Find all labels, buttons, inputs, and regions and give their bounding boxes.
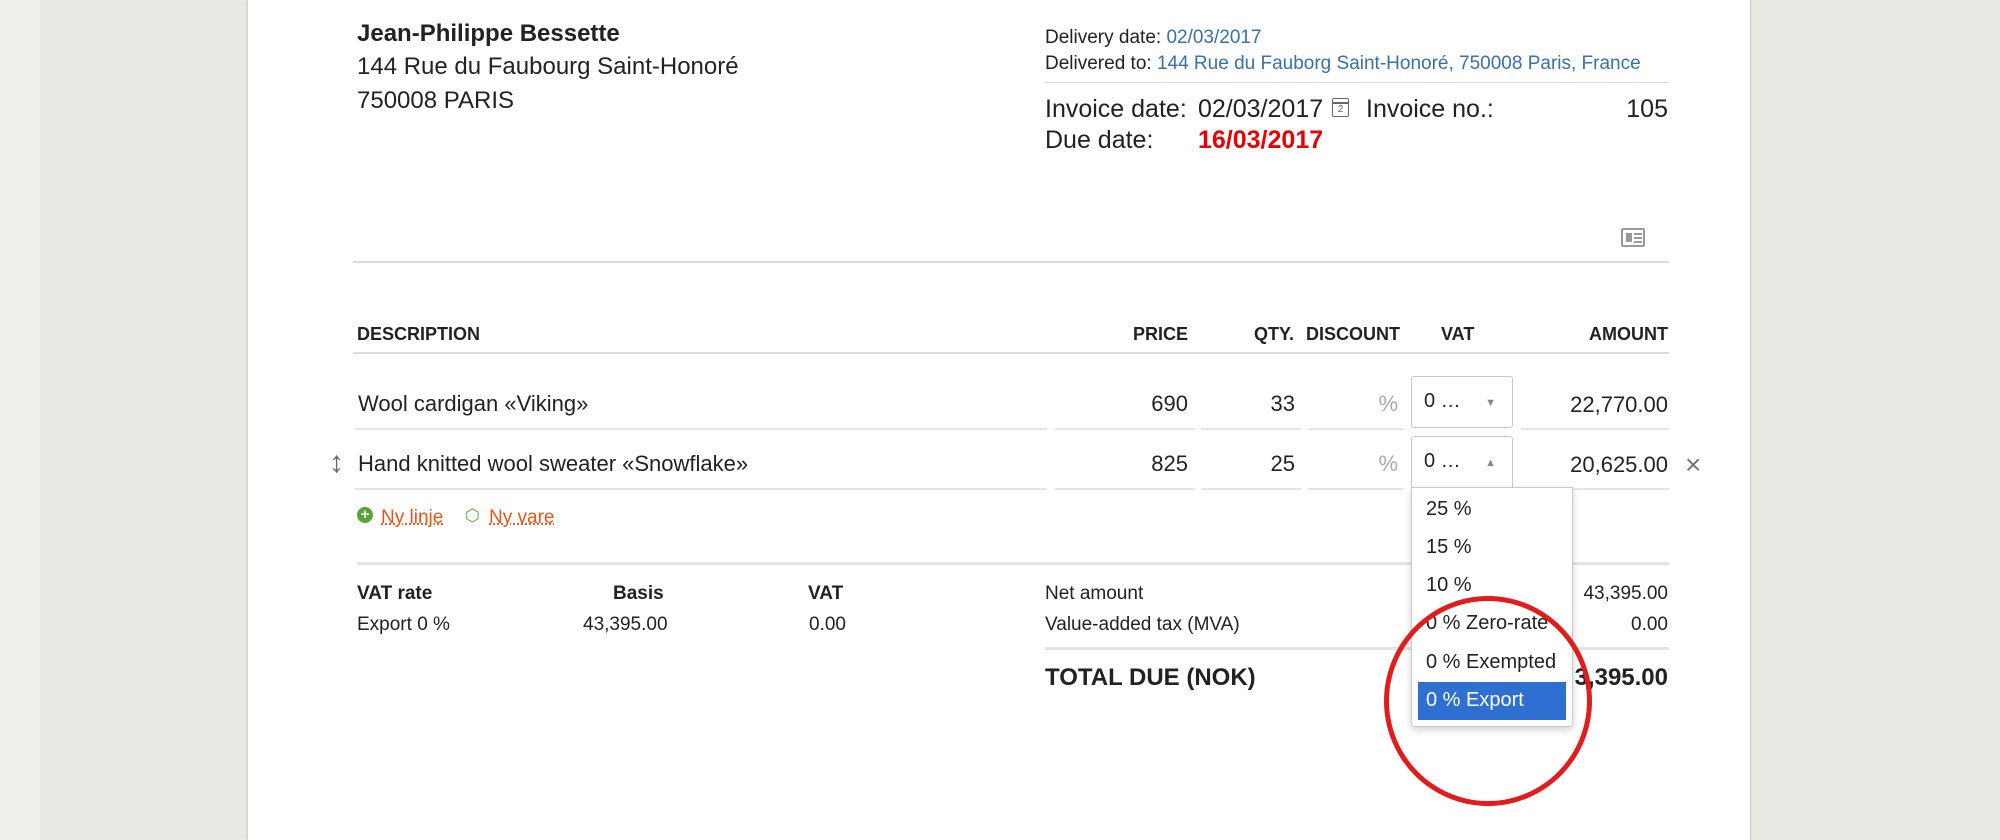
invoice-date-label: Invoice date: — [1045, 95, 1187, 123]
col-header-description: DESCRIPTION — [357, 324, 481, 344]
plus-circle-icon[interactable]: + — [357, 507, 373, 523]
box-icon[interactable]: ⬡ — [465, 506, 480, 526]
vat-option-25[interactable]: 25 % — [1418, 491, 1566, 529]
row1-price-underline — [1055, 428, 1195, 430]
row1-vat-select[interactable]: 0 … ▼ — [1411, 376, 1513, 428]
row2-vat-value: 0 … — [1424, 450, 1461, 472]
row1-description[interactable]: Wool cardigan «Viking» — [358, 391, 588, 417]
new-line-link[interactable]: Ny linje — [381, 507, 443, 529]
right-background — [1750, 0, 2000, 840]
chevron-up-icon: ▲ — [1485, 457, 1496, 469]
row2-price-underline — [1055, 488, 1195, 490]
row1-price[interactable]: 690 — [1108, 391, 1188, 417]
vat-basis-value: 43,395.00 — [583, 614, 668, 635]
drag-handle-icon[interactable]: ↕ — [329, 448, 344, 478]
total-divider — [1045, 647, 1669, 650]
due-date-label: Due date: — [1045, 126, 1154, 154]
row1-amount-underline — [1521, 428, 1669, 430]
chevron-down-icon: ▼ — [1485, 397, 1496, 409]
row2-qty[interactable]: 25 — [1208, 451, 1295, 477]
vat-amount-value: 0.00 — [809, 614, 846, 635]
vat-basis-header: Basis — [613, 583, 664, 604]
customer-address-line2: 750008 PARIS — [357, 87, 514, 114]
vat-option-exempted[interactable]: 0 % Exempted — [1418, 644, 1566, 682]
invoice-date-value[interactable]: 02/03/2017 — [1198, 95, 1323, 124]
vat-option-export[interactable]: 0 % Export — [1418, 682, 1566, 720]
net-amount-label: Net amount — [1045, 583, 1144, 604]
row1-amount: 22,770.00 — [1570, 392, 1668, 417]
row2-price[interactable]: 825 — [1108, 451, 1188, 477]
contact-card-icon[interactable] — [1621, 228, 1645, 247]
calendar-icon[interactable]: 2 — [1332, 98, 1349, 117]
total-due-label: TOTAL DUE (NOK) — [1045, 664, 1256, 691]
delivery-divider — [1045, 82, 1669, 83]
vat-option-10[interactable]: 10 % — [1418, 567, 1566, 605]
col-header-vat: VAT — [1441, 324, 1475, 344]
row2-description[interactable]: Hand knitted wool sweater «Snowflake» — [358, 451, 748, 477]
contact-card-icon-avatar — [1626, 233, 1632, 242]
vat-dropdown-menu: 25 % 15 % 10 % 0 % Zero-rate 0 % Exempte… — [1411, 487, 1573, 727]
row2-discount[interactable]: % — [1308, 451, 1398, 477]
mva-label: Value-added tax (MVA) — [1045, 614, 1240, 635]
vat-option-15[interactable]: 15 % — [1418, 529, 1566, 567]
row1-vat-value: 0 … — [1424, 390, 1461, 412]
contact-card-icon-line2 — [1634, 237, 1642, 239]
calendar-icon-day: 2 — [1337, 104, 1344, 115]
vat-rate-value: Export 0 % — [357, 614, 450, 635]
delivered-to: Delivered to: 144 Rue du Fauborg Saint-H… — [1045, 53, 1641, 75]
invoice-page: Jean-Philippe Bessette 144 Rue du Faubou… — [248, 0, 1750, 840]
remove-row-icon[interactable]: × — [1685, 449, 1701, 481]
col-header-qty: QTY. — [1253, 324, 1294, 344]
row1-qty[interactable]: 33 — [1208, 391, 1295, 417]
vat-option-zero-rate[interactable]: 0 % Zero-rate — [1418, 605, 1566, 643]
delivery-date-label: Delivery date: — [1045, 27, 1162, 48]
row1-discount-underline — [1308, 428, 1404, 430]
row1-discount[interactable]: % — [1308, 391, 1398, 417]
row2-amount: 20,625.00 — [1570, 452, 1668, 477]
customer-name[interactable]: Jean-Philippe Bessette — [357, 20, 620, 48]
row2-discount-underline — [1308, 488, 1404, 490]
row2-qty-underline — [1201, 488, 1301, 490]
left-background — [0, 0, 40, 840]
delivery-date: Delivery date: 02/03/2017 — [1045, 27, 1262, 49]
row1-description-underline — [355, 428, 1047, 430]
col-header-price: PRICE — [1132, 324, 1188, 344]
invoice-no-value[interactable]: 105 — [1598, 95, 1668, 124]
vat-rate-header: VAT rate — [357, 583, 433, 604]
row2-description-underline — [355, 488, 1047, 490]
row1-qty-underline — [1201, 428, 1301, 430]
due-date-value[interactable]: 16/03/2017 — [1198, 126, 1323, 155]
contact-card-icon-line1 — [1634, 233, 1642, 235]
delivered-to-label: Delivered to: — [1045, 53, 1152, 74]
col-header-amount: AMOUNT — [1589, 324, 1668, 344]
table-header-divider — [353, 352, 1669, 354]
new-item-link[interactable]: Ny vare — [489, 507, 554, 529]
vat-amount-header: VAT — [808, 583, 844, 604]
header-divider — [353, 261, 1669, 263]
invoice-no-label: Invoice no.: — [1366, 95, 1494, 123]
row2-vat-select[interactable]: 0 … ▲ — [1411, 436, 1513, 488]
delivered-to-value[interactable]: 144 Rue du Fauborg Saint-Honoré, 750008 … — [1157, 53, 1641, 74]
contact-card-icon-line3 — [1634, 241, 1642, 243]
customer-address-line1: 144 Rue du Faubourg Saint-Honoré — [357, 53, 739, 80]
delivery-date-value[interactable]: 02/03/2017 — [1166, 27, 1261, 48]
col-header-discount: DISCOUNT — [1306, 324, 1400, 344]
